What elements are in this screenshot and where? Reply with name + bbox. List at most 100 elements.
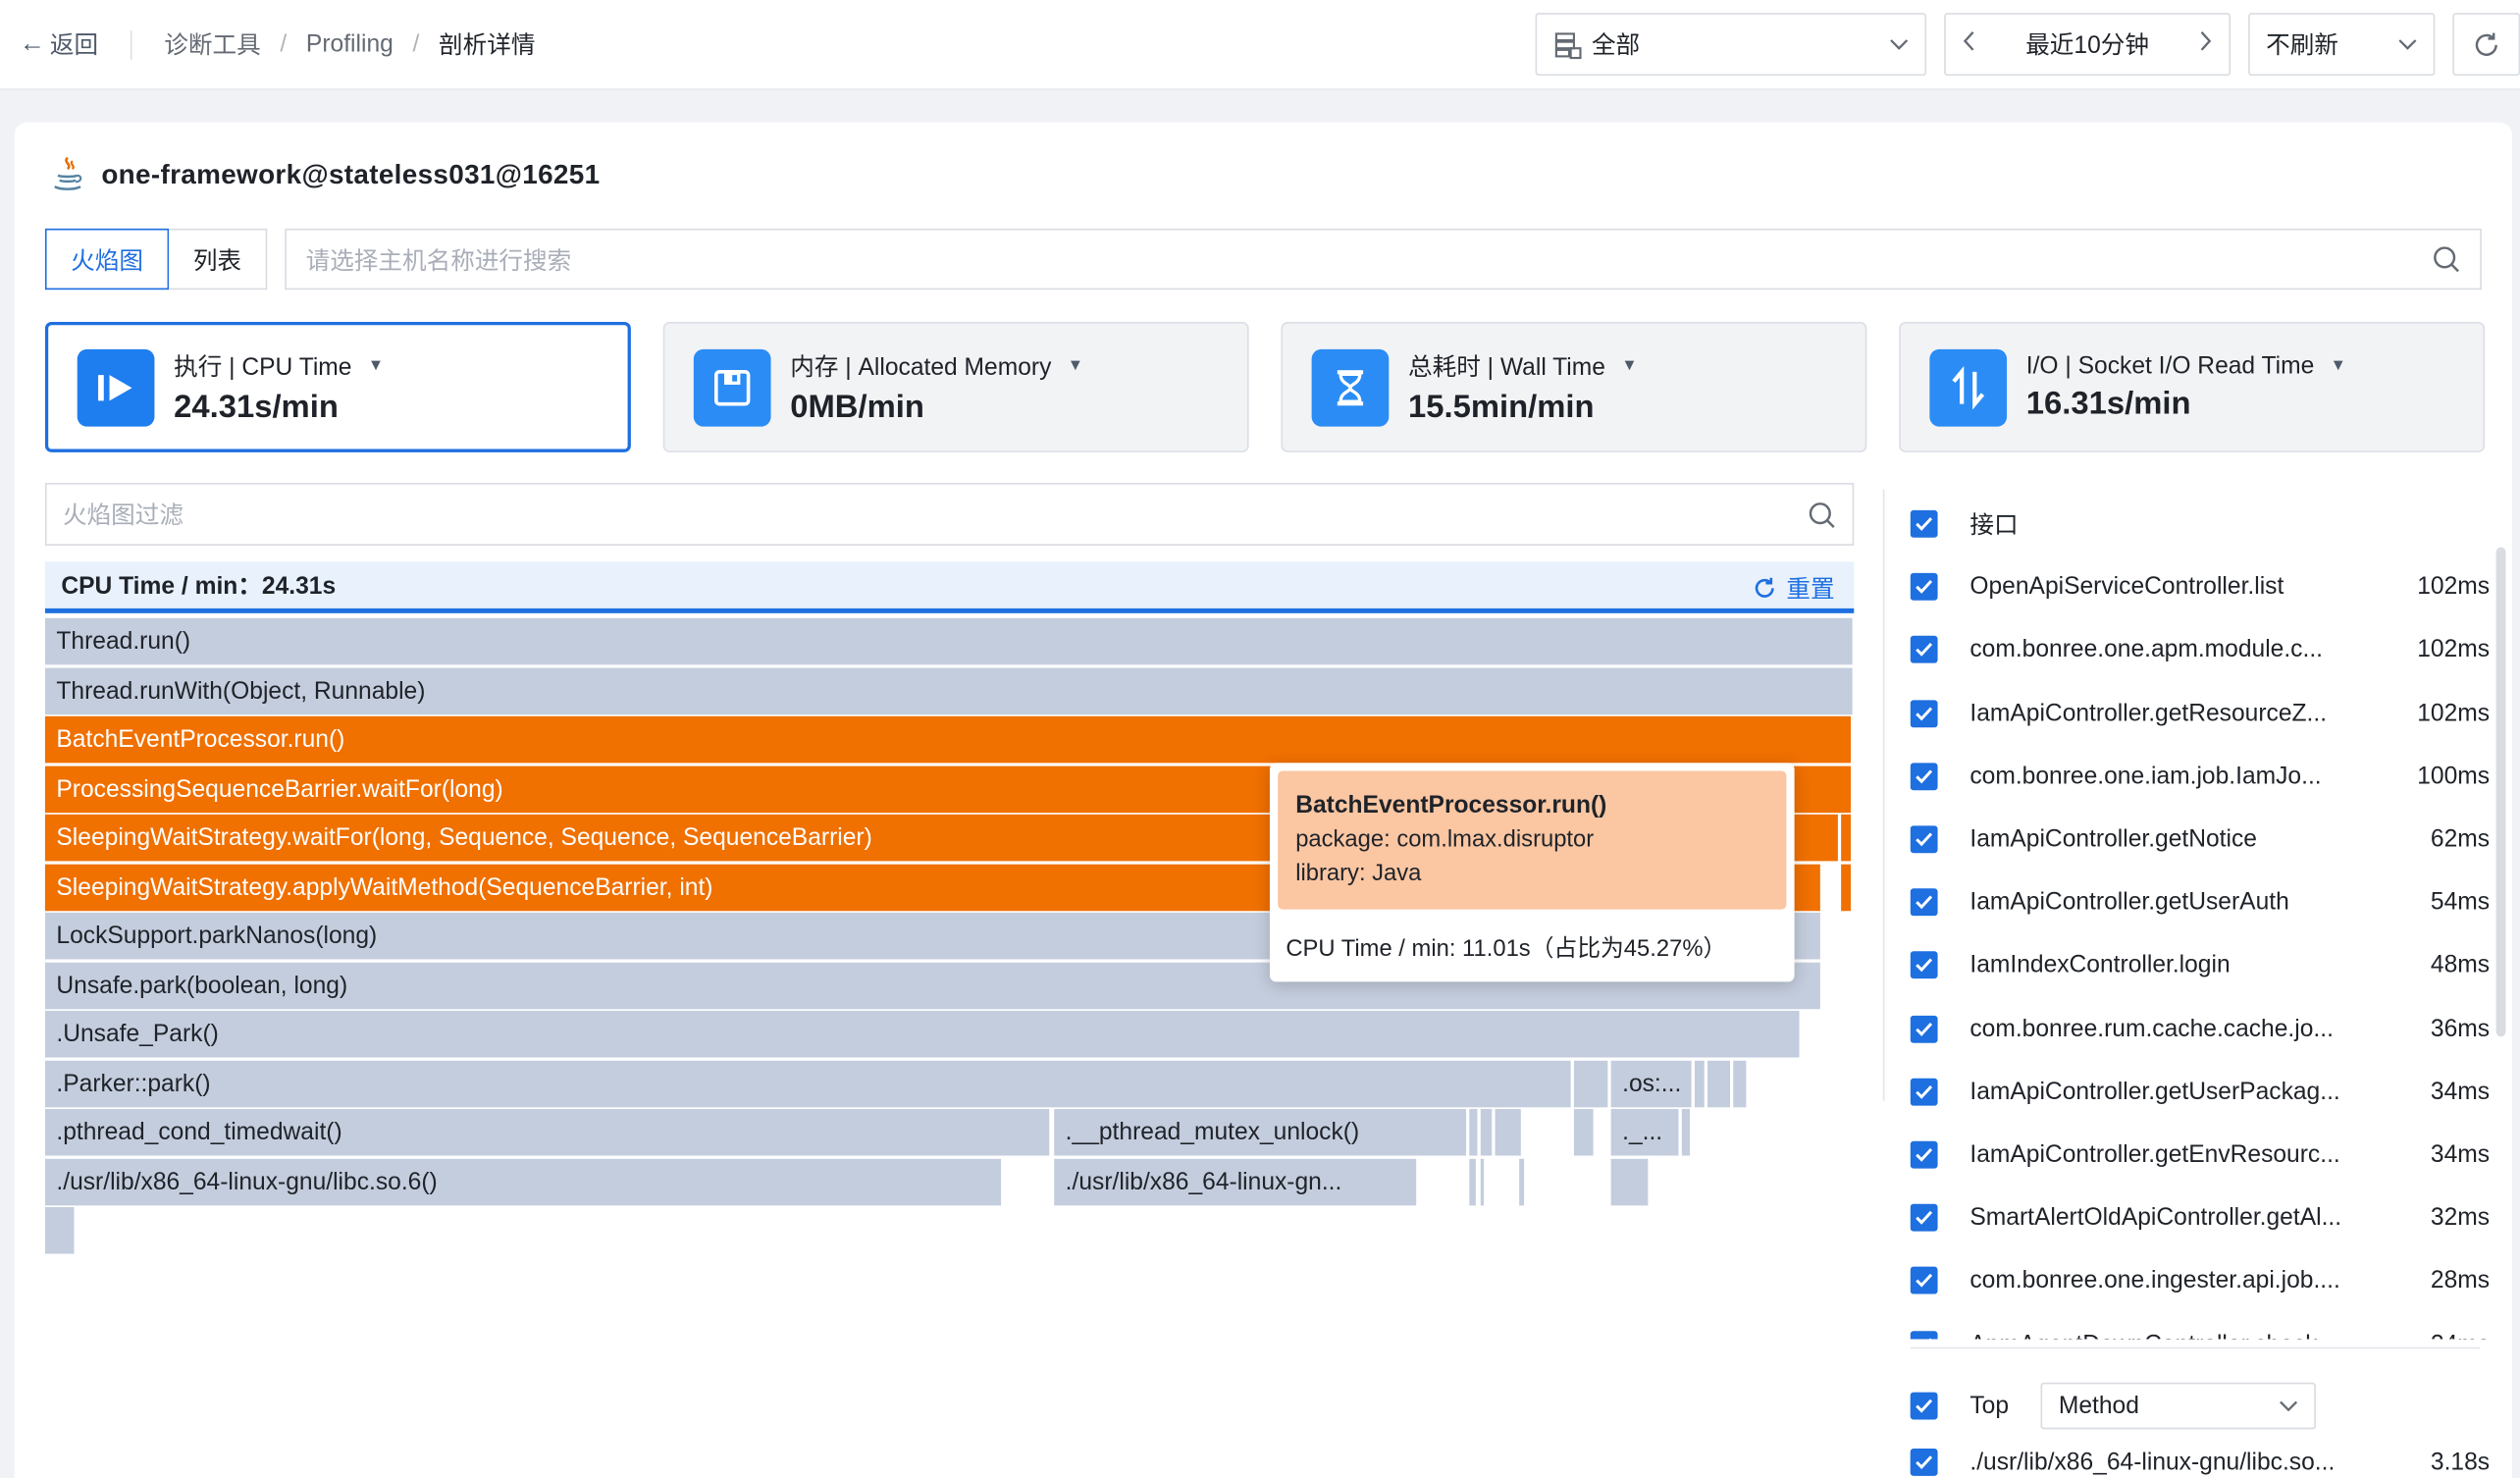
host-search-input[interactable]: 请选择主机名称进行搜索 bbox=[285, 228, 2482, 290]
flame-frame-small[interactable] bbox=[1469, 1158, 1476, 1206]
flame-frame[interactable]: .pthread_cond_timedwait() bbox=[44, 1108, 1050, 1156]
interface-item[interactable]: com.bonree.one.iam.job.IamJo... 100ms bbox=[1910, 745, 2491, 808]
metric-card-wall-time[interactable]: 总耗时 | Wall Time ▼ 15.5min/min bbox=[1281, 322, 1867, 452]
interface-name: IamApiController.getResourceZ... bbox=[1969, 699, 2328, 727]
flame-frame-small[interactable] bbox=[1469, 1108, 1478, 1156]
top-item-row[interactable]: ./usr/lib/x86_64-linux-gnu/libc.so... 3.… bbox=[1910, 1449, 2490, 1476]
flame-frame-small[interactable] bbox=[44, 1207, 75, 1254]
top-method-row: Top Method bbox=[1910, 1382, 2317, 1430]
interface-item[interactable]: com.bonree.one.ingester.api.job.... 28ms bbox=[1910, 1249, 2490, 1312]
reset-button[interactable]: 重置 bbox=[1753, 571, 1835, 605]
interface-item[interactable]: IamIndexController.login 48ms bbox=[1910, 934, 2491, 997]
flame-frame[interactable]: ./usr/lib/x86_64-linux-gnu/libc.so.6() bbox=[44, 1158, 1002, 1206]
scope-value: 全部 bbox=[1591, 31, 1641, 60]
interface-header-label: 接口 bbox=[1969, 511, 2019, 540]
interface-name: ApmAgentDownController.check... bbox=[1969, 1331, 2388, 1340]
checkbox-checked-icon[interactable] bbox=[1910, 951, 1938, 979]
metric-card-allocated-memory[interactable]: 内存 | Allocated Memory ▼ 0MB/min bbox=[662, 322, 1249, 452]
checkbox-checked-icon[interactable] bbox=[1910, 699, 1938, 727]
checkbox-checked-icon[interactable] bbox=[1910, 510, 1938, 538]
flame-frame[interactable]: ._... bbox=[1610, 1108, 1679, 1156]
flame-frame-small[interactable] bbox=[1495, 1108, 1521, 1156]
interface-item[interactable]: IamApiController.getNotice 62ms bbox=[1910, 808, 2490, 871]
flame-frame-small[interactable] bbox=[1573, 1108, 1594, 1156]
flame-frame-small[interactable] bbox=[1519, 1158, 1525, 1206]
metric-label: I/O | Socket I/O Read Time bbox=[2025, 351, 2315, 380]
checkbox-checked-icon[interactable] bbox=[1910, 573, 1938, 602]
interface-item[interactable]: IamApiController.getResourceZ... 102ms bbox=[1910, 682, 2490, 745]
flame-frame[interactable]: .os:... bbox=[1610, 1060, 1692, 1108]
checkbox-checked-icon[interactable] bbox=[1910, 1140, 1938, 1169]
scrollbar[interactable] bbox=[2495, 547, 2506, 1037]
checkbox-checked-icon[interactable] bbox=[1910, 1392, 1938, 1420]
checkbox-checked-icon[interactable] bbox=[1910, 825, 1938, 854]
checkbox-checked-icon[interactable] bbox=[1910, 1015, 1938, 1043]
flame-frame[interactable]: ./usr/lib/x86_64-linux-gn... bbox=[1054, 1158, 1417, 1206]
metric-card-socket-io[interactable]: I/O | Socket I/O Read Time ▼ 16.31s/min bbox=[1899, 322, 2486, 452]
interface-item[interactable]: IamApiController.getUserPackag... 34ms bbox=[1910, 1060, 2490, 1123]
checkbox-checked-icon[interactable] bbox=[1910, 1267, 1938, 1295]
chevron-left-icon[interactable] bbox=[1962, 30, 1974, 58]
interface-item[interactable]: IamApiController.getEnvResourc... 34ms bbox=[1910, 1124, 2490, 1187]
checkbox-checked-icon[interactable] bbox=[1910, 763, 1938, 790]
view-tabs: 火焰图 列表 bbox=[44, 228, 268, 290]
interface-name: SmartAlertOldApiController.getAl... bbox=[1969, 1203, 2342, 1232]
caret-down-icon[interactable]: ▼ bbox=[1621, 356, 1637, 374]
tooltip-stat: CPU Time / min: 11.01s（占比为45.27%） bbox=[1286, 936, 1727, 963]
play-icon bbox=[77, 348, 155, 426]
metric-card-cpu-time[interactable]: 执行 | CPU Time ▼ 24.31s/min bbox=[44, 322, 631, 452]
flame-frame-small[interactable] bbox=[1480, 1108, 1493, 1156]
interface-duration: 48ms bbox=[2430, 951, 2491, 979]
flame-frame-small[interactable] bbox=[1707, 1060, 1730, 1108]
flame-frame-small[interactable] bbox=[1733, 1060, 1747, 1108]
flame-frame[interactable]: Thread.run() bbox=[44, 617, 1853, 665]
interface-name: com.bonree.one.ingester.api.job.... bbox=[1969, 1267, 2340, 1295]
flame-frame-small[interactable] bbox=[1681, 1108, 1690, 1156]
interface-item[interactable]: com.bonree.rum.cache.cache.jo... 36ms bbox=[1910, 997, 2490, 1060]
flame-frame[interactable]: .Parker::park() bbox=[44, 1060, 1571, 1108]
interface-item[interactable]: SmartAlertOldApiController.getAl... 32ms bbox=[1910, 1187, 2490, 1249]
flame-frame[interactable]: BatchEventProcessor.run() bbox=[44, 715, 1851, 764]
breadcrumb-profiling[interactable]: Profiling bbox=[306, 30, 394, 58]
database-icon bbox=[1554, 31, 1582, 59]
interface-item[interactable]: com.bonree.one.apm.module.c... 102ms bbox=[1910, 618, 2490, 681]
tab-flamegraph[interactable]: 火焰图 bbox=[44, 228, 170, 290]
top-label: Top bbox=[1969, 1392, 2010, 1420]
flame-frame-small[interactable] bbox=[1573, 1060, 1608, 1108]
interface-item[interactable]: IamApiController.getUserAuth 54ms bbox=[1910, 871, 2490, 933]
interface-item[interactable]: ApmAgentDownController.check... 24ms bbox=[1910, 1312, 2490, 1340]
flamegraph-filter-input[interactable]: 火焰图过滤 bbox=[44, 483, 1855, 546]
interface-item[interactable]: OpenApiServiceController.list 102ms bbox=[1910, 555, 2490, 618]
interface-duration: 100ms bbox=[2417, 763, 2491, 790]
chevron-right-icon[interactable] bbox=[2200, 30, 2213, 58]
flame-frame[interactable]: .__pthread_mutex_unlock() bbox=[1054, 1108, 1467, 1156]
flame-frame-small[interactable] bbox=[1841, 814, 1851, 862]
flame-frame[interactable]: Thread.runWith(Object, Runnable) bbox=[44, 667, 1853, 715]
host-search-placeholder: 请选择主机名称进行搜索 bbox=[305, 246, 572, 275]
top-type-select[interactable]: Method bbox=[2040, 1382, 2317, 1430]
checkbox-checked-icon[interactable] bbox=[1910, 1203, 1938, 1232]
checkbox-checked-icon[interactable] bbox=[1910, 1449, 1938, 1476]
caret-down-icon[interactable]: ▼ bbox=[2331, 356, 2346, 374]
tab-list[interactable]: 列表 bbox=[169, 228, 268, 290]
flame-frame-small[interactable] bbox=[1610, 1158, 1649, 1206]
checkbox-checked-icon[interactable] bbox=[1910, 1330, 1938, 1340]
caret-down-icon[interactable]: ▼ bbox=[1068, 356, 1083, 374]
caret-down-icon[interactable]: ▼ bbox=[368, 356, 384, 374]
reload-button[interactable] bbox=[2452, 13, 2520, 77]
checkbox-checked-icon[interactable] bbox=[1910, 1078, 1938, 1106]
checkbox-checked-icon[interactable] bbox=[1910, 888, 1938, 917]
scope-select[interactable]: 全部 bbox=[1535, 13, 1927, 77]
search-icon[interactable] bbox=[1808, 500, 1837, 529]
breadcrumb: 诊断工具 / Profiling / 剖析详情 bbox=[164, 27, 535, 61]
flame-frame-small[interactable] bbox=[1841, 864, 1851, 912]
flame-frame-small[interactable] bbox=[1694, 1060, 1705, 1108]
breadcrumb-diagnostics[interactable]: 诊断工具 bbox=[164, 27, 260, 61]
flame-frame[interactable]: .Unsafe_Park() bbox=[44, 1010, 1800, 1058]
flame-frame-small[interactable] bbox=[1480, 1158, 1485, 1206]
checkbox-checked-icon[interactable] bbox=[1910, 636, 1938, 664]
refresh-interval-select[interactable]: 不刷新 bbox=[2248, 13, 2436, 77]
time-range-picker[interactable]: 最近10分钟 bbox=[1944, 13, 2231, 77]
back-button[interactable]: ← 返回 bbox=[20, 27, 98, 61]
search-icon[interactable] bbox=[2432, 244, 2461, 274]
